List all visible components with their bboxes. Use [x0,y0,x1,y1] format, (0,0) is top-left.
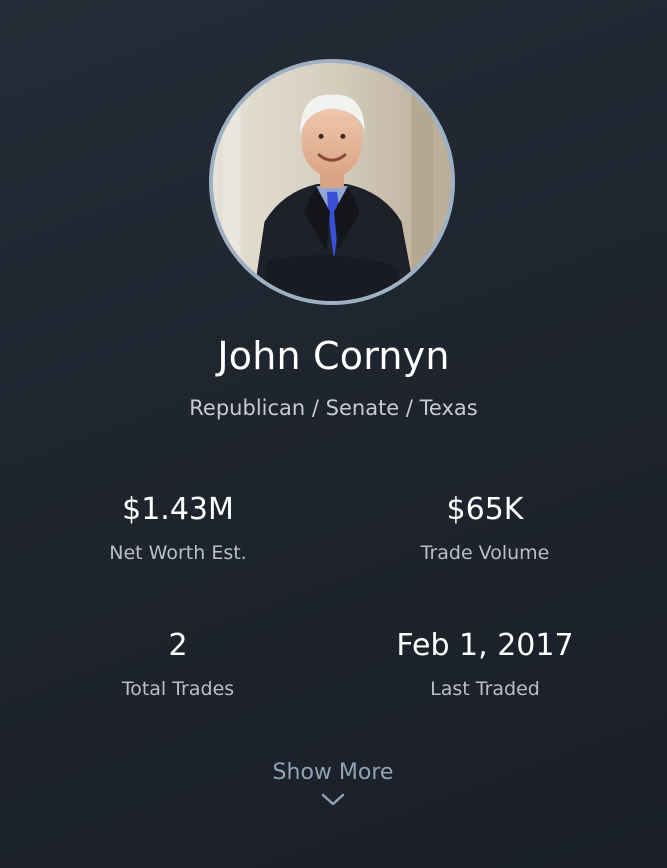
trade-volume-value: $65K [446,492,524,527]
last-traded-label: Last Traded [430,678,540,700]
avatar [209,59,455,305]
stat-total-trades: 2 Total Trades [28,626,328,700]
total-trades-value: 2 [168,628,188,663]
portrait-image [213,63,451,301]
stat-net-worth: $1.43M Net Worth Est. [28,490,328,564]
last-traded-value: Feb 1, 2017 [396,628,574,663]
show-more-button[interactable]: Show More [233,760,433,807]
stat-trade-volume: $65K Trade Volume [335,490,635,564]
politician-name: John Cornyn [217,334,450,378]
total-trades-label: Total Trades [121,678,235,700]
show-more-label[interactable]: Show More [233,760,433,785]
trade-volume-label: Trade Volume [420,542,550,564]
party-chamber-state: Republican / Senate / Texas [189,396,478,420]
stat-last-traded: Feb 1, 2017 Last Traded [335,626,635,700]
net-worth-label: Net Worth Est. [109,542,247,564]
net-worth-value: $1.43M [122,492,234,527]
chevron-down-icon[interactable] [321,793,345,807]
politician-profile-card: John Cornyn Republican / Senate / Texas … [0,0,667,868]
